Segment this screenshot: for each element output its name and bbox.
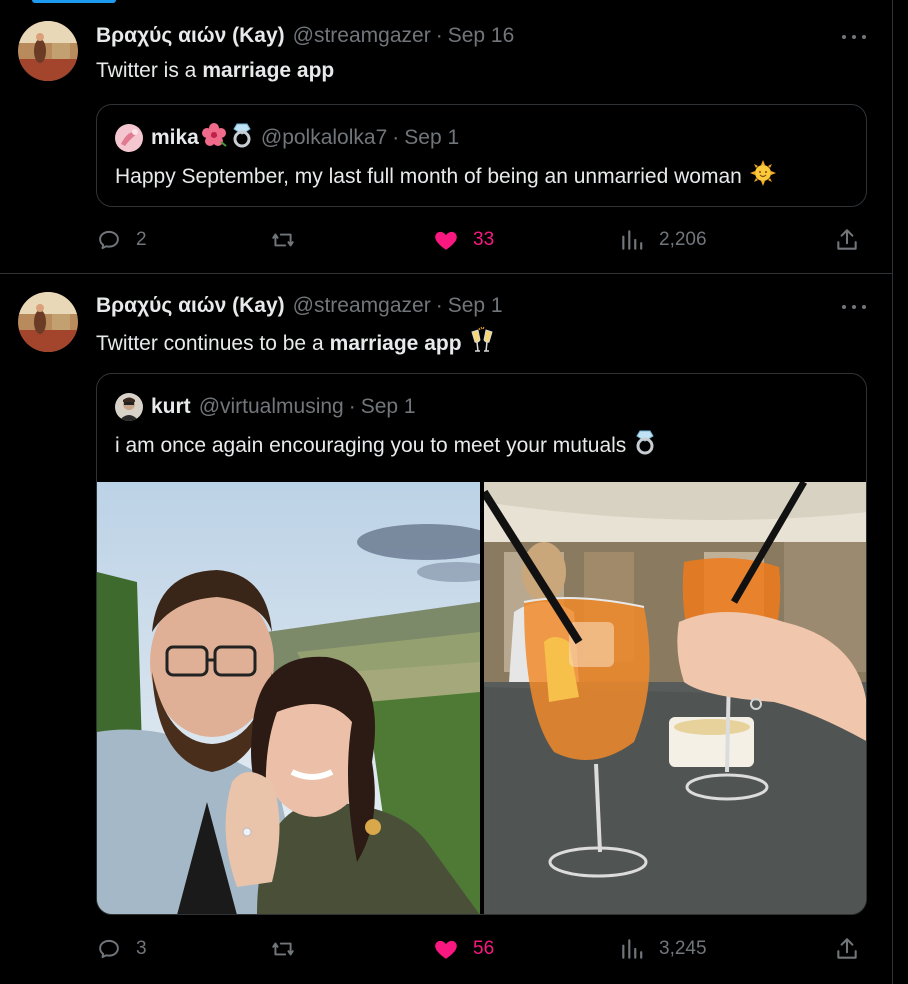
retweet-button[interactable]: [270, 226, 310, 254]
share-icon: [837, 229, 857, 250]
quote-header: mika @polkalolka7 · Sep 1: [115, 122, 460, 154]
tweet-text-bold: marriage app: [329, 332, 462, 355]
share-button[interactable]: [834, 935, 860, 963]
ring-emoji-icon: [231, 122, 253, 154]
tweet-text-bold: marriage app: [202, 59, 335, 82]
quote-text-content: i am once again encouraging you to meet …: [115, 434, 627, 457]
tweet-date[interactable]: Sep 1: [448, 294, 503, 318]
quote-text-content: Happy September, my last full month of b…: [115, 165, 742, 188]
more-icon[interactable]: [840, 27, 868, 47]
reply-count: 2: [136, 229, 147, 250]
quote-author-handle: @virtualmusing: [198, 395, 344, 418]
quote-date: Sep 1: [360, 395, 416, 418]
quote-text: i am once again encouraging you to meet …: [115, 429, 656, 463]
sun-with-face-emoji-icon: [749, 160, 776, 194]
author-name[interactable]: Βραχύς αιών (Kay): [96, 294, 285, 318]
like-count: 33: [473, 229, 495, 250]
tweet[interactable]: Βραχύς αιών (Kay) @streamgazer · Sep 1 T…: [0, 274, 893, 984]
quote-avatar: [115, 393, 143, 421]
media-photo-drinks[interactable]: [484, 482, 866, 914]
views-button[interactable]: 3,245: [619, 935, 707, 963]
media-photo-couple[interactable]: [97, 482, 480, 914]
ring-emoji-icon: [634, 429, 656, 463]
tweet-text-plain: Twitter continues to be a: [96, 332, 324, 355]
reply-count: 3: [136, 938, 147, 959]
views-icon: [622, 939, 643, 959]
separator-dot: ·: [348, 395, 356, 418]
separator-dot: ·: [435, 294, 443, 317]
quote-author-name: kurt: [151, 395, 191, 418]
tweet-actions: 3 56 3,245: [96, 935, 868, 963]
tweet[interactable]: Βραχύς αιών (Kay) @streamgazer · Sep 16 …: [0, 0, 893, 274]
view-count: 3,245: [659, 938, 707, 959]
tweet-date[interactable]: Sep 16: [448, 24, 515, 48]
retweet-icon: [272, 233, 294, 247]
views-icon: [622, 230, 643, 250]
quoted-tweet[interactable]: kurt @virtualmusing · Sep 1 i am once ag…: [96, 373, 867, 915]
hibiscus-emoji-icon: [201, 122, 227, 154]
separator-dot: ·: [435, 24, 443, 47]
reply-button[interactable]: 2: [96, 226, 147, 254]
reply-icon: [99, 939, 119, 959]
reply-button[interactable]: 3: [96, 935, 147, 963]
tweet-header: Βραχύς αιών (Kay) @streamgazer · Sep 16: [96, 23, 514, 49]
like-button[interactable]: 56: [433, 935, 494, 963]
tweet-text: Twitter is a marriage app: [96, 57, 334, 85]
heart-icon: [435, 231, 457, 250]
tweet-header: Βραχύς αιών (Kay) @streamgazer · Sep 1: [96, 293, 503, 319]
more-icon[interactable]: [840, 297, 868, 317]
heart-icon: [435, 940, 457, 959]
tweet-text: Twitter continues to be a marriage app: [96, 326, 496, 362]
quote-header: kurt @virtualmusing · Sep 1: [115, 393, 416, 421]
like-count: 56: [473, 938, 495, 959]
author-avatar[interactable]: [18, 292, 78, 352]
share-button[interactable]: [834, 226, 860, 254]
quote-author-handle: @polkalolka7: [260, 126, 388, 149]
author-name[interactable]: Βραχύς αιών (Kay): [96, 24, 285, 48]
retweet-button[interactable]: [270, 935, 310, 963]
share-icon: [837, 938, 857, 959]
retweet-icon: [272, 942, 294, 956]
tweet-actions: 2 33 2,206: [96, 226, 868, 254]
author-avatar[interactable]: [18, 21, 78, 81]
quote-author-name: mika: [151, 126, 199, 149]
separator-dot: ·: [392, 126, 400, 149]
quote-date: Sep 1: [404, 126, 460, 149]
views-button[interactable]: 2,206: [619, 226, 707, 254]
like-button[interactable]: 33: [433, 226, 494, 254]
tweet-text-plain: Twitter is a: [96, 59, 197, 82]
author-handle[interactable]: @streamgazer: [293, 24, 431, 48]
quoted-tweet[interactable]: mika @polkalolka7 · Sep 1 Happy Septembe…: [96, 104, 867, 207]
reply-icon: [99, 230, 119, 250]
view-count: 2,206: [659, 229, 707, 250]
author-handle[interactable]: @streamgazer: [293, 294, 431, 318]
clinking-glasses-emoji-icon: [468, 326, 496, 362]
quote-text: Happy September, my last full month of b…: [115, 160, 776, 194]
quote-avatar: [115, 124, 143, 152]
